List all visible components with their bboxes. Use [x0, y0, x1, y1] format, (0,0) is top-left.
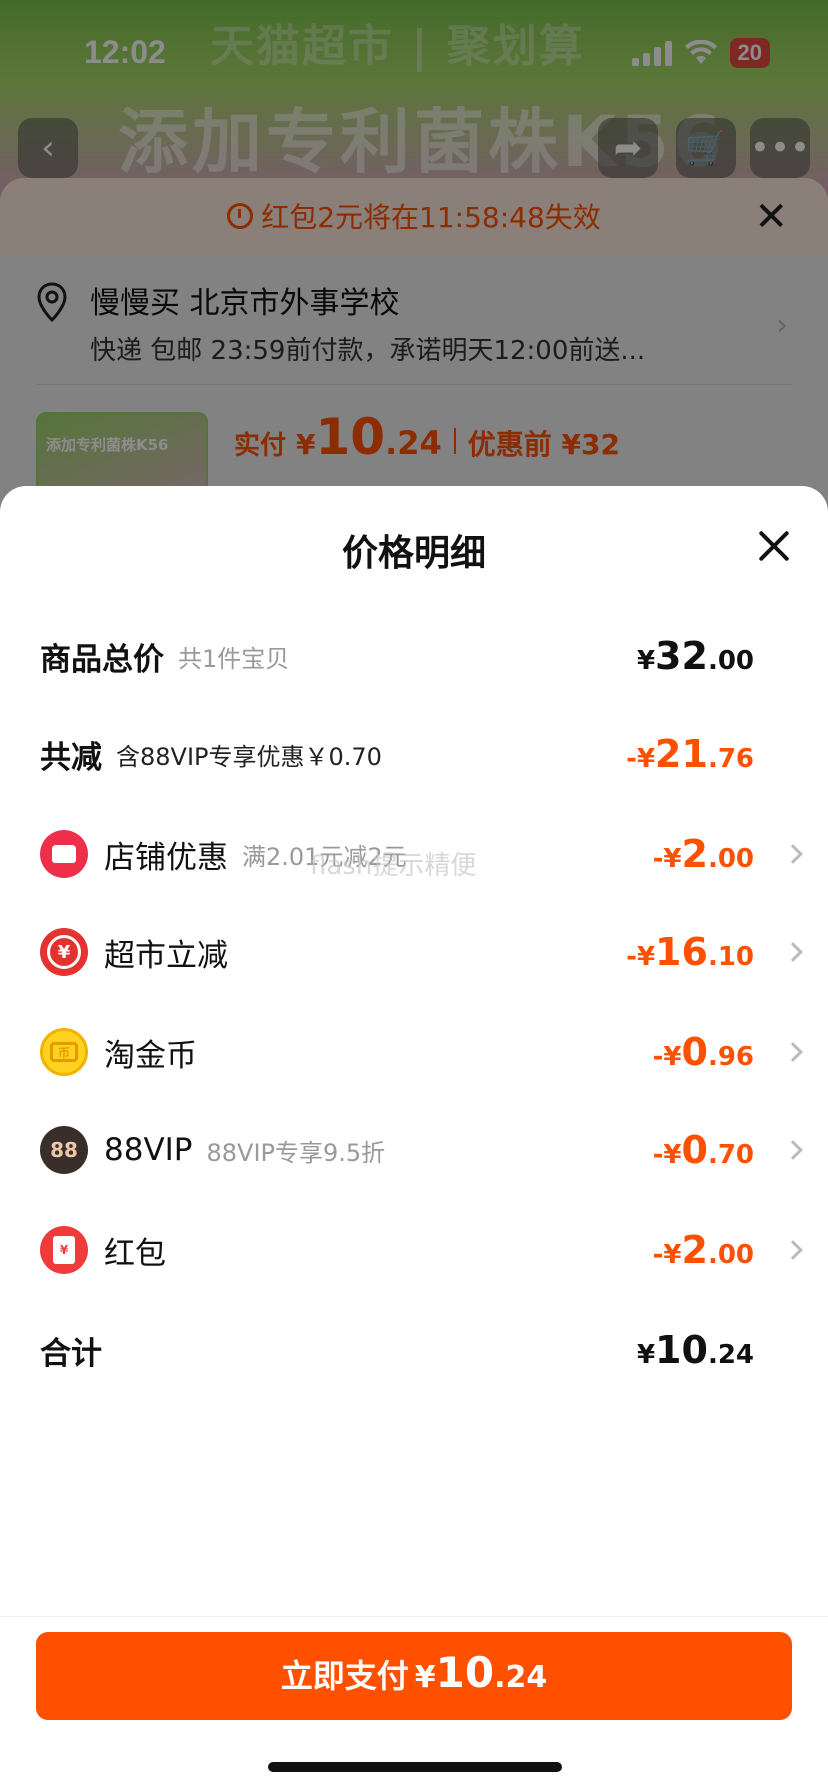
home-indicator[interactable]: [268, 1762, 562, 1772]
taojinbi-label: 淘金币: [104, 1037, 197, 1074]
total-reduce-label: 共减: [40, 739, 102, 776]
sum-amount: ¥10.24: [637, 1328, 754, 1372]
amount-dec: .00: [707, 1240, 754, 1270]
taojinbi-amount: -¥ 0.96: [653, 1030, 754, 1074]
vip-label: 88VIP: [104, 1132, 193, 1168]
redpack-label: 红包: [104, 1235, 166, 1272]
currency: -¥: [626, 942, 656, 972]
currency: -¥: [652, 1240, 682, 1270]
row-goods-total: 商品总价 共1件宝贝 ¥32.00: [40, 626, 800, 686]
currency: ¥: [636, 646, 656, 676]
chevron-right-icon: [783, 942, 803, 962]
row-total-reduce: 共减 含88VIP专享优惠￥0.70 -¥ 21.76: [40, 724, 800, 784]
currency: -¥: [652, 844, 682, 874]
amount-int: 21: [655, 732, 708, 776]
amount-dec: .00: [707, 844, 754, 874]
shop-discount-amount: -¥ 2.00: [653, 832, 754, 876]
coin-icon: 币: [40, 1028, 88, 1076]
currency: -¥: [652, 1140, 682, 1170]
pay-label: 立即支付: [280, 1657, 409, 1695]
total-reduce-note: 含88VIP专享优惠￥0.70: [116, 742, 382, 771]
amount-dec: .76: [707, 744, 754, 774]
goods-total-count: 共1件宝贝: [178, 644, 290, 673]
total-reduce-amount: -¥ 21.76: [626, 732, 754, 776]
redpack-amount: -¥ 2.00: [653, 1228, 754, 1272]
amount-int: 0: [681, 1128, 708, 1172]
amount-int: 0: [681, 1030, 708, 1074]
chevron-right-icon: [783, 1240, 803, 1260]
watermark: flash提示精便: [310, 851, 477, 881]
row-redpack[interactable]: ¥ 红包 -¥ 2.00: [40, 1220, 803, 1280]
pay-amount-dec: .24: [494, 1660, 548, 1695]
row-taojinbi[interactable]: 币 淘金币 -¥ 0.96: [40, 1022, 803, 1082]
vip-amount: -¥ 0.70: [653, 1128, 754, 1172]
row-goods-total: [40, 546, 800, 606]
chevron-right-icon: [783, 1042, 803, 1062]
chevron-right-icon: [783, 844, 803, 864]
sum-label: 合计: [40, 1335, 102, 1372]
currency: -¥: [652, 1042, 682, 1072]
pay-amount-int: 10: [435, 1648, 495, 1697]
shop-discount-label: 店铺优惠: [104, 839, 228, 876]
amount-int: 2: [681, 832, 708, 876]
pay-now-button[interactable]: 立即支付 ¥ 10 .24: [36, 1632, 792, 1720]
currency: -¥: [626, 744, 656, 774]
row-sum: 合计 ¥10.24: [40, 1320, 800, 1380]
market-discount-amount: -¥ 16.10: [626, 930, 754, 974]
amount-dec: .70: [707, 1140, 754, 1170]
pay-currency: ¥: [414, 1660, 436, 1695]
goods-total-amount: ¥32.00: [637, 634, 754, 678]
divider: [0, 1616, 828, 1617]
shop-icon: [40, 830, 88, 878]
amount-dec: .10: [707, 942, 754, 972]
red-packet-icon: ¥: [40, 1226, 88, 1274]
vip-badge-icon: 88: [40, 1126, 88, 1174]
amount-dec: .24: [707, 1340, 754, 1370]
market-discount-icon: ¥: [40, 928, 88, 976]
row-market-discount[interactable]: ¥ 超市立减 -¥ 16.10: [40, 922, 803, 982]
chevron-right-icon: [783, 1140, 803, 1160]
row-88vip[interactable]: 88 88VIP 88VIP专享9.5折 -¥ 0.70: [40, 1120, 803, 1180]
amount-int: 16: [655, 930, 708, 974]
goods-total-label: 商品总价: [40, 641, 164, 678]
currency: ¥: [636, 1340, 656, 1370]
amount-int: 2: [681, 1228, 708, 1272]
amount-int: 32: [655, 634, 708, 678]
amount-dec: .00: [707, 646, 754, 676]
amount-int: 10: [655, 1328, 708, 1372]
amount-dec: .96: [707, 1042, 754, 1072]
market-discount-label: 超市立减: [104, 937, 228, 974]
vip-rule: 88VIP专享9.5折: [206, 1138, 386, 1167]
